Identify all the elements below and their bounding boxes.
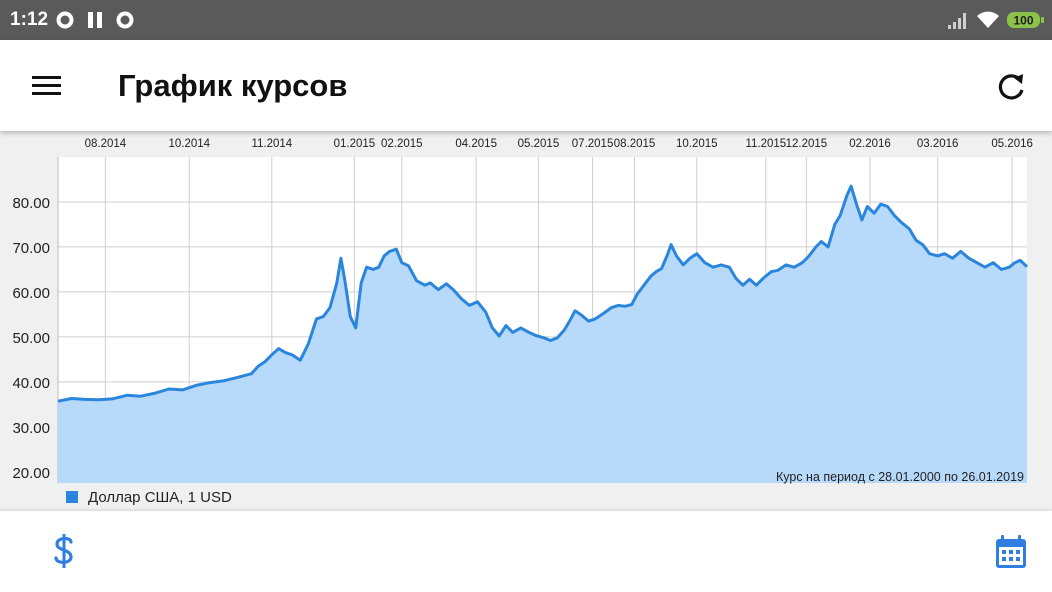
x-tick-label: 03.2016 — [917, 138, 959, 150]
y-tick-label: 80.00 — [12, 195, 50, 212]
y-tick-label: 70.00 — [12, 240, 50, 257]
calendar-icon — [996, 535, 1026, 568]
period-note: Курс на период с 28.01.2000 по 26.01.201… — [776, 470, 1024, 484]
wifi-icon — [977, 11, 999, 28]
menu-button[interactable] — [22, 64, 70, 108]
x-tick-label: 02.2015 — [381, 138, 423, 150]
chart-area[interactable]: 20.00 30.00 40.00 50.00 60.00 70.00 80.00 08.20… — [0, 131, 1052, 511]
hamburger-menu-icon — [32, 76, 61, 95]
battery-level: 100 — [1013, 14, 1033, 28]
x-tick-label: 07.2015 — [572, 138, 614, 150]
legend-label: Доллар США, 1 USD — [88, 489, 232, 506]
x-tick-label: 05.2015 — [518, 138, 560, 150]
page-title: График курсов — [118, 68, 348, 103]
refresh-button[interactable] — [990, 66, 1032, 108]
status-time: 1:12 — [10, 9, 49, 30]
y-tick-label: 40.00 — [12, 375, 50, 392]
bottom-bar — [0, 511, 1052, 592]
y-tick-label: 50.00 — [12, 330, 50, 347]
x-tick-label: 04.2015 — [455, 138, 497, 150]
status-bar: 1:12 100 — [0, 0, 1052, 40]
x-tick-label: 05.2016 — [991, 138, 1033, 150]
x-tick-label: 10.2015 — [676, 138, 718, 150]
x-tick-label: 10.2014 — [168, 138, 210, 150]
legend-swatch — [66, 491, 78, 503]
x-tick-label: 02.2016 — [849, 138, 891, 150]
currency-button[interactable] — [44, 529, 84, 573]
exchange-rate-chart[interactable]: 20.00 30.00 40.00 50.00 60.00 70.00 80.00 08.20… — [0, 131, 1052, 487]
y-tick-label: 60.00 — [12, 285, 50, 302]
signal-icon — [948, 13, 966, 29]
app-bar: График курсов — [0, 40, 1052, 131]
calendar-button[interactable] — [990, 531, 1032, 573]
y-tick-label: 30.00 — [12, 420, 50, 437]
x-tick-label: 11.2015 — [745, 138, 786, 150]
pause-icon — [88, 12, 102, 28]
x-tick-label: 08.2015 — [614, 138, 656, 150]
x-tick-label: 12.2015 — [786, 138, 828, 150]
battery-icon: 100 — [1007, 12, 1044, 28]
dollar-icon — [54, 534, 73, 568]
y-tick-label: 20.00 — [12, 465, 50, 482]
x-tick-label: 08.2014 — [85, 138, 127, 150]
x-tick-label: 11.2014 — [251, 138, 292, 150]
record-icon — [116, 11, 134, 29]
refresh-icon — [998, 74, 1024, 100]
x-tick-label: 01.2015 — [334, 138, 376, 150]
record-icon — [56, 11, 74, 29]
